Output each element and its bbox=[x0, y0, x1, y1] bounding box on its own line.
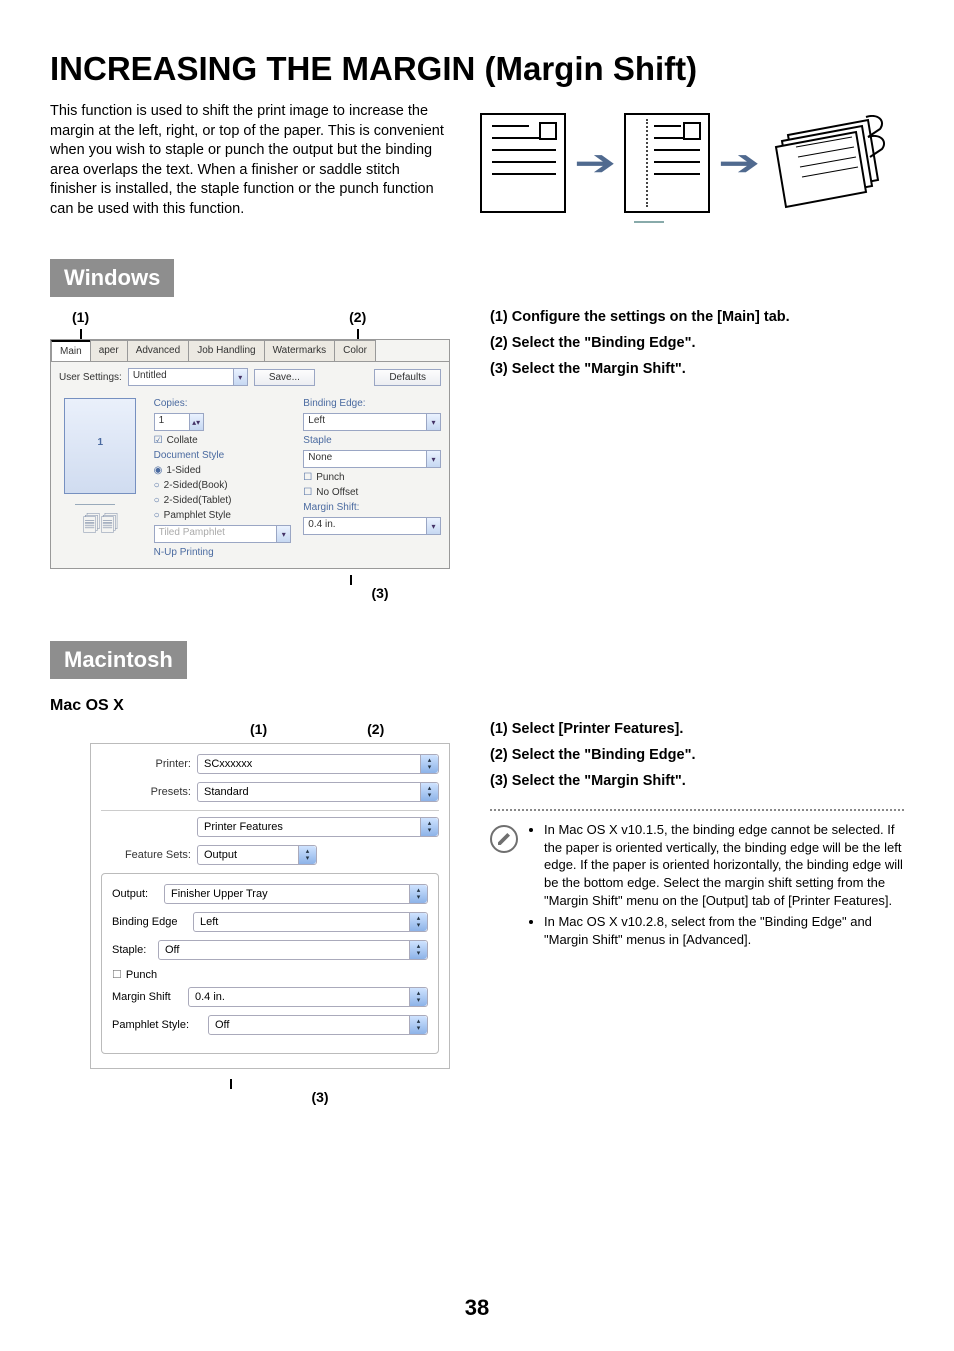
defaults-button[interactable]: Defaults bbox=[374, 369, 441, 386]
user-settings-select[interactable]: Untitled▾ bbox=[128, 368, 248, 386]
collate-checkbox[interactable]: Collate bbox=[154, 435, 292, 446]
mac-pamphlet-label: Pamphlet Style: bbox=[112, 1019, 202, 1031]
mac-callout-2: (2) bbox=[367, 721, 384, 737]
win-step-1: (1) Configure the settings on the [Main]… bbox=[490, 309, 904, 325]
note-icon bbox=[490, 825, 518, 853]
tab-job-handling[interactable]: Job Handling bbox=[188, 340, 264, 361]
staple-label: Staple bbox=[303, 435, 441, 446]
no-offset-checkbox[interactable]: No Offset bbox=[303, 487, 441, 498]
mac-print-dialog: Printer: SCxxxxxx▴▾ Presets: Standard▴▾ … bbox=[90, 743, 450, 1069]
win-step-3: (3) Select the "Margin Shift". bbox=[490, 361, 904, 377]
intro-paragraph: This function is used to shift the print… bbox=[50, 102, 450, 219]
radio-2sided-tablet[interactable]: 2-Sided(Tablet) bbox=[154, 495, 292, 506]
mac-callout-1: (1) bbox=[250, 721, 267, 737]
page-before-icon bbox=[480, 113, 566, 213]
windows-section-heading: Windows bbox=[50, 259, 174, 297]
arrow-right-icon: ➔ bbox=[718, 142, 760, 184]
margin-shift-select[interactable]: 0.4 in.▾ bbox=[303, 517, 441, 535]
callout-3: (3) bbox=[310, 585, 450, 601]
page-after-icon bbox=[624, 113, 710, 213]
copies-input[interactable]: 1▴▾ bbox=[154, 413, 204, 431]
callout-1: (1) bbox=[72, 309, 89, 325]
mac-step-2: (2) Select the "Binding Edge". bbox=[490, 747, 904, 763]
page-number: 38 bbox=[0, 1295, 954, 1321]
nup-label: N-Up Printing bbox=[154, 547, 292, 558]
binding-edge-label: Binding Edge: bbox=[303, 398, 441, 409]
callout-2: (2) bbox=[349, 309, 366, 325]
mac-step-1: (1) Select [Printer Features]. bbox=[490, 721, 904, 737]
staple-select[interactable]: None▾ bbox=[303, 450, 441, 468]
mac-pamphlet-select[interactable]: Off▴▾ bbox=[208, 1015, 428, 1035]
mac-punch-checkbox[interactable]: Punch bbox=[112, 968, 428, 981]
printer-select[interactable]: SCxxxxxx▴▾ bbox=[197, 754, 439, 774]
tab-main[interactable]: Main bbox=[51, 340, 91, 361]
punch-checkbox[interactable]: Punch bbox=[303, 472, 441, 483]
win-step-2: (2) Select the "Binding Edge". bbox=[490, 335, 904, 351]
tiled-pamphlet-select[interactable]: Tiled Pamphlet▾ bbox=[154, 525, 292, 543]
tab-paper[interactable]: aper bbox=[90, 340, 128, 361]
note-2: In Mac OS X v10.2.8, select from the "Bi… bbox=[544, 913, 904, 948]
mac-binding-select[interactable]: Left▴▾ bbox=[193, 912, 428, 932]
notes-box: In Mac OS X v10.1.5, the binding edge ca… bbox=[490, 809, 904, 952]
page-title: INCREASING THE MARGIN (Margin Shift) bbox=[50, 50, 904, 88]
radio-pamphlet[interactable]: Pamphlet Style bbox=[154, 510, 292, 521]
note-1: In Mac OS X v10.1.5, the binding edge ca… bbox=[544, 821, 904, 909]
presets-label: Presets: bbox=[101, 786, 191, 798]
stapled-booklet-icon bbox=[768, 115, 888, 210]
arrow-right-icon: ➔ bbox=[574, 142, 616, 184]
presets-select[interactable]: Standard▴▾ bbox=[197, 782, 439, 802]
windows-print-dialog: Main aper Advanced Job Handling Watermar… bbox=[50, 339, 450, 569]
tab-color[interactable]: Color bbox=[334, 340, 376, 361]
output-select[interactable]: Finisher Upper Tray▴▾ bbox=[164, 884, 428, 904]
mac-margin-label: Margin Shift bbox=[112, 991, 182, 1003]
tab-advanced[interactable]: Advanced bbox=[127, 340, 189, 361]
margin-shift-label: Margin Shift: bbox=[303, 502, 441, 513]
mac-step-3: (3) Select the "Margin Shift". bbox=[490, 773, 904, 789]
save-button[interactable]: Save... bbox=[254, 369, 315, 386]
mac-callout-3: (3) bbox=[190, 1089, 450, 1105]
radio-2sided-book[interactable]: 2-Sided(Book) bbox=[154, 480, 292, 491]
document-style-label: Document Style bbox=[154, 450, 292, 461]
printer-label: Printer: bbox=[101, 758, 191, 770]
radio-1sided[interactable]: 1-Sided bbox=[154, 465, 292, 476]
print-preview-icon: 1 bbox=[64, 398, 136, 494]
mac-binding-label: Binding Edge bbox=[112, 916, 187, 928]
tab-watermarks[interactable]: Watermarks bbox=[264, 340, 336, 361]
margin-shift-diagram: ➔ ➔ bbox=[480, 102, 904, 219]
mac-margin-select[interactable]: 0.4 in.▴▾ bbox=[188, 987, 428, 1007]
mac-staple-select[interactable]: Off▴▾ bbox=[158, 940, 428, 960]
macintosh-section-heading: Macintosh bbox=[50, 641, 187, 679]
mac-os-x-label: Mac OS X bbox=[50, 697, 904, 715]
user-settings-label: User Settings: bbox=[59, 372, 122, 383]
feature-sets-label: Feature Sets: bbox=[101, 849, 191, 861]
pages-icon: 🗐🗐 bbox=[59, 512, 142, 542]
mac-staple-label: Staple: bbox=[112, 944, 152, 956]
binding-edge-select[interactable]: Left▾ bbox=[303, 413, 441, 431]
output-label: Output: bbox=[112, 888, 158, 900]
feature-sets-select[interactable]: Output▴▾ bbox=[197, 845, 317, 865]
copies-label: Copies: bbox=[154, 398, 292, 409]
printer-features-select[interactable]: Printer Features▴▾ bbox=[197, 817, 439, 837]
